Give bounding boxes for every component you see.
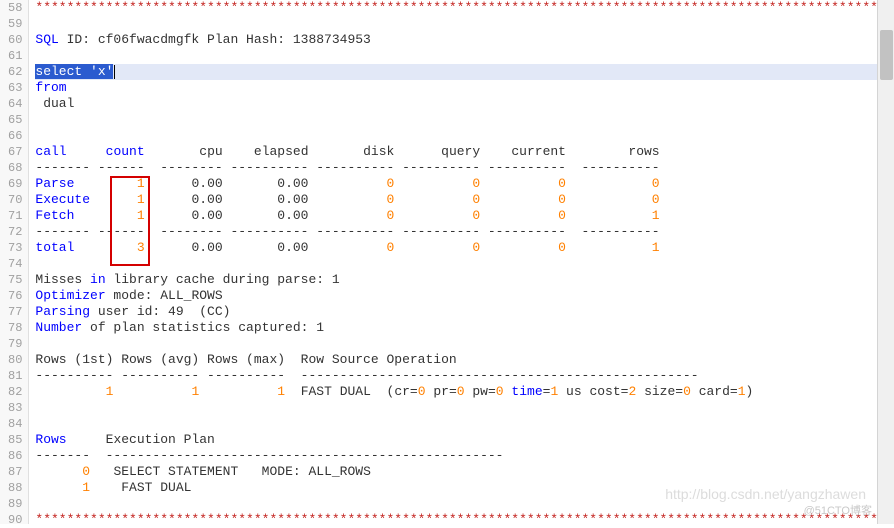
line-number: 58	[8, 0, 22, 16]
line-number: 90	[8, 512, 22, 528]
line-number: 64	[8, 96, 22, 112]
code-line: dual	[35, 96, 894, 112]
code-line	[35, 256, 894, 272]
code-line-selected: select 'x'	[35, 64, 894, 80]
code-line	[35, 128, 894, 144]
line-number: 78	[8, 320, 22, 336]
code-line: Rows (1st) Rows (avg) Rows (max) Row Sou…	[35, 352, 894, 368]
line-number: 84	[8, 416, 22, 432]
caret-icon	[114, 65, 115, 79]
code-line: ****************************************…	[35, 512, 894, 528]
line-number: 86	[8, 448, 22, 464]
line-number: 61	[8, 48, 22, 64]
line-number: 69	[8, 176, 22, 192]
code-line: SQL ID: cf06fwacdmgfk Plan Hash: 1388734…	[35, 32, 894, 48]
code-editor[interactable]: 5859606162636465666768697071727374757677…	[0, 0, 894, 524]
table-row: Execute 1 0.00 0.00 0 0 0 0	[35, 192, 894, 208]
table-separator: ------- ------ -------- ---------- -----…	[35, 224, 894, 240]
line-number-gutter: 5859606162636465666768697071727374757677…	[0, 0, 29, 524]
line-number: 87	[8, 464, 22, 480]
code-line: ****************************************…	[35, 0, 894, 16]
table-row: total 3 0.00 0.00 0 0 0 1	[35, 240, 894, 256]
line-number: 65	[8, 112, 22, 128]
code-line: ------- --------------------------------…	[35, 448, 894, 464]
line-number: 85	[8, 432, 22, 448]
line-number: 76	[8, 288, 22, 304]
line-number: 89	[8, 496, 22, 512]
line-number: 63	[8, 80, 22, 96]
code-line: from	[35, 80, 894, 96]
line-number: 70	[8, 192, 22, 208]
code-line: Number of plan statistics captured: 1	[35, 320, 894, 336]
scrollbar-thumb[interactable]	[880, 30, 893, 80]
line-number: 75	[8, 272, 22, 288]
line-number: 83	[8, 400, 22, 416]
divider: ****************************************…	[35, 512, 894, 527]
code-line: Optimizer mode: ALL_ROWS	[35, 288, 894, 304]
line-number: 88	[8, 480, 22, 496]
table-row: Parse 1 0.00 0.00 0 0 0 0	[35, 176, 894, 192]
line-number: 81	[8, 368, 22, 384]
code-line: 1 FAST DUAL	[35, 480, 894, 496]
code-line: Misses in library cache during parse: 1	[35, 272, 894, 288]
code-line	[35, 336, 894, 352]
code-line	[35, 416, 894, 432]
vertical-scrollbar[interactable]	[877, 0, 894, 524]
table-separator: ------- ------ -------- ---------- -----…	[35, 160, 894, 176]
table-header-row: call count cpu elapsed disk query curren…	[35, 144, 894, 160]
line-number: 60	[8, 32, 22, 48]
line-number: 71	[8, 208, 22, 224]
sql-keyword: select	[35, 64, 82, 79]
line-number: 77	[8, 304, 22, 320]
code-line: 1 1 1 FAST DUAL (cr=0 pr=0 pw=0 time=1 u…	[35, 384, 894, 400]
code-line	[35, 400, 894, 416]
line-number: 72	[8, 224, 22, 240]
code-line: Rows Execution Plan	[35, 432, 894, 448]
line-number: 59	[8, 16, 22, 32]
line-number: 68	[8, 160, 22, 176]
code-line: Parsing user id: 49 (CC)	[35, 304, 894, 320]
line-number: 62	[8, 64, 22, 80]
code-line	[35, 112, 894, 128]
code-line: ---------- ---------- ---------- -------…	[35, 368, 894, 384]
code-line	[35, 48, 894, 64]
divider: ****************************************…	[35, 0, 894, 15]
line-number: 74	[8, 256, 22, 272]
line-number: 82	[8, 384, 22, 400]
code-line	[35, 16, 894, 32]
code-area[interactable]: ****************************************…	[29, 0, 894, 524]
code-line: 0 SELECT STATEMENT MODE: ALL_ROWS	[35, 464, 894, 480]
line-number: 79	[8, 336, 22, 352]
line-number: 80	[8, 352, 22, 368]
line-number: 66	[8, 128, 22, 144]
line-number: 73	[8, 240, 22, 256]
code-line	[35, 496, 894, 512]
table-row: Fetch 1 0.00 0.00 0 0 0 1	[35, 208, 894, 224]
line-number: 67	[8, 144, 22, 160]
